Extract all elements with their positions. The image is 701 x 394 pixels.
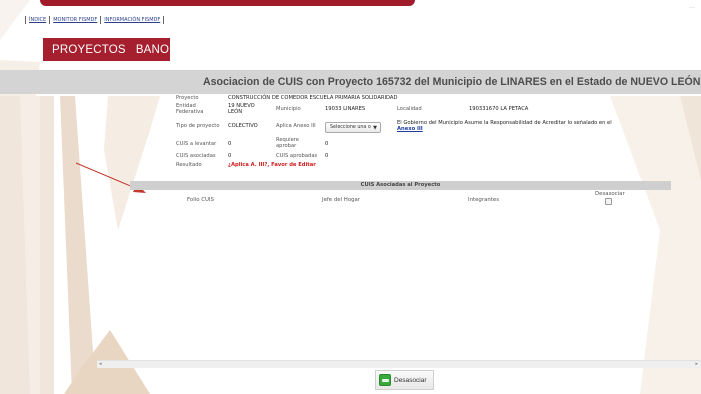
desasociar-button-label: Desasociar	[394, 376, 427, 384]
scroll-right-icon[interactable]: ▸	[695, 361, 698, 367]
horizontal-scrollbar[interactable]: ◂ ▸	[97, 360, 701, 368]
column-desasociar: Desasociar	[595, 191, 625, 197]
column-jefe-hogar: Jefe del Hogar	[322, 197, 361, 203]
desasociar-button[interactable]: Desasociar	[375, 370, 434, 390]
delete-icon	[379, 374, 391, 386]
column-folio-cuis: Folio CUIS	[187, 197, 214, 203]
select-all-checkbox[interactable]	[605, 198, 612, 205]
section-title: CUIS Asociadas al Proyecto	[360, 182, 441, 188]
scroll-left-icon[interactable]: ◂	[99, 361, 102, 367]
column-integrantes: Integrantes	[468, 197, 500, 203]
